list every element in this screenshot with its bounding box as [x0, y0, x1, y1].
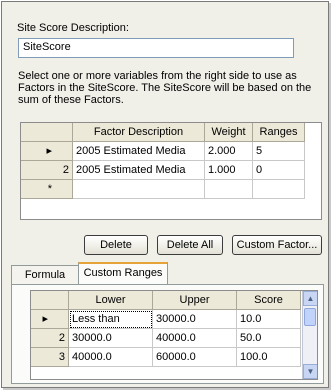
factor-weight-cell[interactable]: 1.000 [205, 161, 253, 180]
range-score-cell[interactable]: 10.0 [237, 310, 301, 329]
factor-ranges-cell[interactable]: 5 [253, 142, 305, 161]
ranges-col-upper[interactable]: Upper [153, 291, 237, 310]
scroll-up-icon[interactable]: ▲ [303, 291, 317, 306]
ranges-grid-corner [31, 291, 69, 310]
ranges-grid[interactable]: Lower Upper Score ▸ Less than 30000.0 10… [30, 290, 318, 380]
site-score-description-label: Site Score Description: [17, 22, 129, 34]
table-row-header[interactable]: 2 [21, 161, 73, 180]
table-row-header[interactable]: 3 [31, 348, 69, 367]
range-score-cell[interactable]: 50.0 [237, 329, 301, 348]
scroll-thumb[interactable] [304, 308, 316, 326]
range-upper-cell[interactable]: 60000.0 [153, 348, 237, 367]
range-upper-cell[interactable]: 30000.0 [153, 310, 237, 329]
delete-all-button[interactable]: Delete All [157, 235, 223, 255]
range-score-cell[interactable]: 100.0 [237, 348, 301, 367]
factor-description-cell[interactable] [73, 180, 205, 199]
table-row-header-new[interactable]: * [21, 180, 73, 199]
table-row-header-selected[interactable]: ▸ [21, 142, 73, 161]
tab-formula[interactable]: Formula [11, 265, 79, 285]
instructions-text: Select one or more variables from the ri… [18, 70, 312, 106]
site-score-description-field[interactable]: SiteScore [18, 38, 294, 58]
site-score-panel: Site Score Description: SiteScore Select… [1, 1, 329, 388]
table-row-header-selected[interactable]: ▸ [31, 310, 69, 329]
factor-description-cell[interactable]: 2005 Estimated Media [73, 161, 205, 180]
range-lower-cell[interactable]: 40000.0 [69, 348, 153, 367]
factor-ranges-cell[interactable]: 0 [253, 161, 305, 180]
tab-custom-ranges[interactable]: Custom Ranges [78, 262, 168, 285]
factor-description-cell[interactable]: 2005 Estimated Media [73, 142, 205, 161]
range-lower-cell[interactable]: Less than [69, 310, 153, 329]
scroll-down-icon[interactable]: ▼ [303, 364, 317, 379]
delete-button[interactable]: Delete [84, 235, 148, 255]
range-upper-cell[interactable]: 40000.0 [153, 329, 237, 348]
ranges-col-score[interactable]: Score [237, 291, 301, 310]
factors-grid-corner [21, 123, 73, 142]
ranges-vertical-scrollbar[interactable]: ▲ ▼ [302, 291, 317, 379]
custom-factor-button[interactable]: Custom Factor... [232, 235, 322, 255]
factors-col-weight[interactable]: Weight [205, 123, 253, 142]
factors-grid[interactable]: Factor Description Weight Ranges ▸ 2005 … [20, 122, 322, 220]
factor-ranges-cell[interactable] [253, 180, 305, 199]
factors-col-ranges[interactable]: Ranges [253, 123, 305, 142]
factors-col-description[interactable]: Factor Description [73, 123, 205, 142]
range-lower-cell[interactable]: 30000.0 [69, 329, 153, 348]
factor-weight-cell[interactable]: 2.000 [205, 142, 253, 161]
table-row-header[interactable]: 2 [31, 329, 69, 348]
factor-weight-cell[interactable] [205, 180, 253, 199]
ranges-col-lower[interactable]: Lower [69, 291, 153, 310]
